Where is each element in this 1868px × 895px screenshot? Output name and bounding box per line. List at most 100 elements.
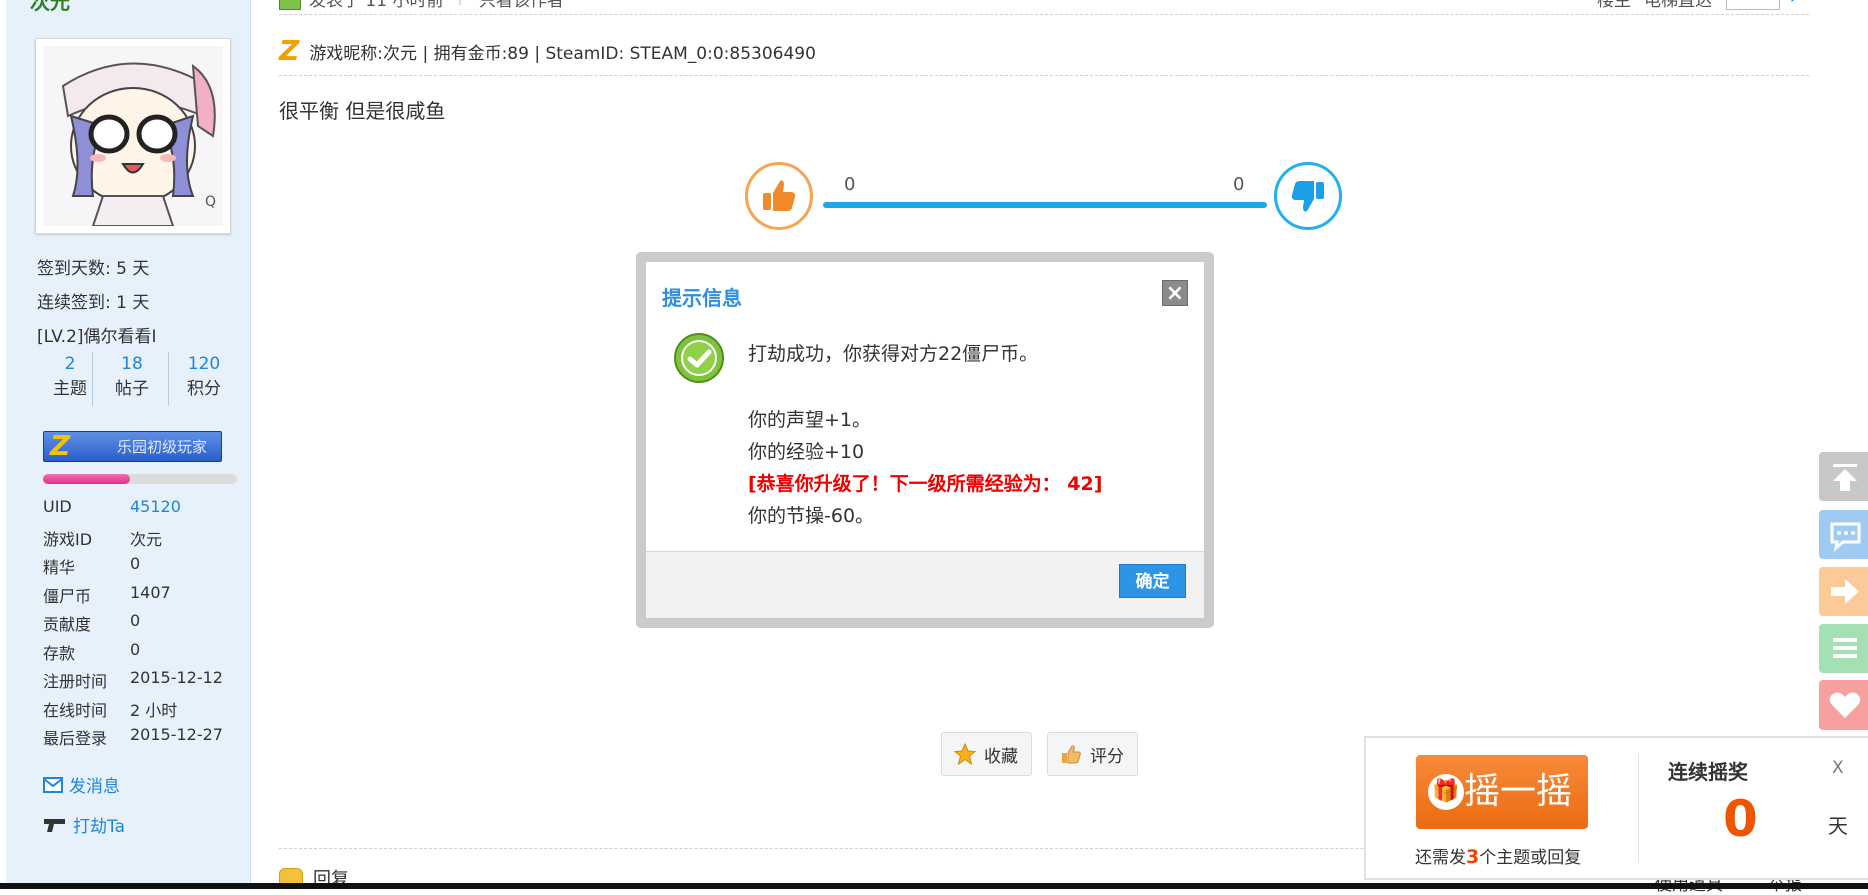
favorite-label: 收藏 [984,746,1018,767]
rate-label: 评分 [1090,746,1124,767]
bottom-edge [0,883,1868,889]
rank-badge: Z 乐园初级玩家 [43,429,222,462]
notice-dialog-body: 提示信息 × 打劫成功，你获得对方22僵尸币。 你的声望+1。 你的经验+10 … [646,262,1204,618]
points-count[interactable]: 120 积分 [171,352,237,402]
vote-ratio-bar [823,202,1267,208]
level-up-text: [恭喜你升级了！下一级所需经验为： 42] [748,473,1103,495]
post-time: 发表于 11 小时前 [309,0,444,11]
avatar[interactable]: Q [35,38,231,234]
points-count-value: 120 [187,354,221,374]
info-value: 0 [130,554,141,573]
post-meta-bar: 发表于 11 小时前 | 只看该作者 楼主 电梯直达 › [279,0,1809,11]
send-message-link[interactable]: 发消息 [43,772,120,797]
requirement-suffix: 个主题或回复 [1479,848,1582,868]
posts-count-value: 18 [121,354,143,374]
post-content: 很平衡 但是很咸鱼 [279,99,446,123]
floor-jump-input[interactable] [1726,0,1780,10]
dialog-close-button[interactable]: × [1162,280,1188,306]
shake-button[interactable]: 🎁 摇一摇 [1416,755,1588,829]
back-to-top-button[interactable] [1819,452,1868,501]
info-key: 精华 [43,558,76,577]
shake-title: 连续摇奖 [1668,760,1748,784]
info-value: 2015-12-27 [130,725,223,744]
next-thread-button[interactable] [1819,567,1868,616]
dialog-message: 打劫成功，你获得对方22僵尸币。 你的声望+1。 你的经验+10 [恭喜你升级了… [748,338,1102,532]
menu-list-button[interactable] [1819,624,1868,673]
points-count-label: 积分 [187,379,221,399]
heart-icon [1829,692,1861,718]
divider [92,352,93,406]
z-logo-icon: Z [279,34,300,67]
jump-arrow-icon[interactable]: › [1790,0,1797,8]
floor-label: 楼主 [1597,0,1631,11]
threads-count-value: 2 [64,354,76,374]
rob-label: 打劫Ta [73,817,125,837]
notice-dialog: 提示信息 × 打劫成功，你获得对方22僵尸币。 你的声望+1。 你的经验+10 … [636,252,1214,628]
info-value: 0 [130,639,141,659]
rob-result-text: 打劫成功，你获得对方22僵尸币。 [748,343,1039,365]
shake-day-unit: 天 [1828,814,1848,838]
sign-days: 签到天数: 5 天 [37,259,150,279]
thumbs-up-icon [763,180,796,211]
shake-days-count: 0 [1723,790,1758,848]
info-value: 0 [130,611,141,630]
info-key: 最后登录 [43,729,108,748]
divider [279,75,1809,76]
threads-count-label: 主题 [53,379,87,399]
level-progress-bar [43,474,237,484]
requirement-prefix: 还需发 [1415,848,1466,868]
svg-text:Q: Q [205,194,216,210]
info-key: 在线时间 [43,700,108,720]
arrow-up-icon [1833,464,1857,491]
author-only-link[interactable]: 只看该作者 [479,0,564,11]
like-button[interactable] [745,162,813,230]
dialog-title: 提示信息 [662,286,742,310]
rob-link[interactable]: 打劫Ta [43,812,125,837]
experience-text: 你的经验+10 [748,441,865,463]
username[interactable]: 次元 [30,0,70,15]
user-level: [LV.2]偶尔看看I [37,327,157,347]
posts-count-label: 帖子 [115,379,149,399]
jump-floor-label: 电梯直达 [1644,0,1712,11]
reputation-text: 你的声望+1。 [748,409,872,431]
list-icon [1833,638,1857,658]
info-value: 2 小时 [130,700,178,720]
favorite-button[interactable]: 收藏 [941,732,1032,776]
success-check-icon [674,333,724,383]
continuous-sign: 连续签到: 1 天 [37,293,150,313]
info-value: 次元 [130,529,163,549]
send-message-label: 发消息 [69,777,120,797]
requirement-count: 3 [1466,846,1480,868]
z-logo-icon: Z [50,429,71,462]
rank-badge-label: 乐园初级玩家 [116,438,207,456]
uid-link[interactable]: 45120 [130,497,181,516]
info-key: 贡献度 [43,615,92,634]
info-key: 游戏ID [43,529,93,549]
arrow-right-icon [1831,579,1859,604]
threads-count[interactable]: 2 主题 [37,352,103,402]
info-key: UID [43,497,72,516]
integrity-text: 你的节操-60。 [748,505,875,527]
gift-icon: 🎁 [1428,774,1464,810]
shake-requirement: 还需发3个主题或回复 [1415,843,1581,868]
info-key: 注册时间 [43,672,108,691]
posts-count[interactable]: 18 帖子 [99,352,165,402]
pistol-icon [44,818,65,832]
meta-separator: | [457,0,463,6]
dislike-button[interactable] [1274,162,1342,230]
confirm-button[interactable]: 确定 [1119,564,1186,598]
rate-button[interactable]: 评分 [1047,732,1138,776]
like-thread-button[interactable] [1819,680,1868,730]
info-value: 2015-12-12 [130,668,223,687]
divider [168,352,169,406]
like-count: 0 [844,174,856,195]
user-counts: 2 主题 18 帖子 120 积分 [37,352,237,408]
info-key: 僵尸币 [43,586,92,606]
divider [1638,754,1639,862]
quick-reply-button[interactable] [1819,510,1868,559]
shake-close-button[interactable]: X [1832,758,1844,778]
info-key: 存款 [43,643,76,663]
game-info-text: 游戏昵称:次元 | 拥有金币:89 | SteamID: STEAM_0:0:8… [309,43,816,64]
mail-icon [43,776,63,793]
